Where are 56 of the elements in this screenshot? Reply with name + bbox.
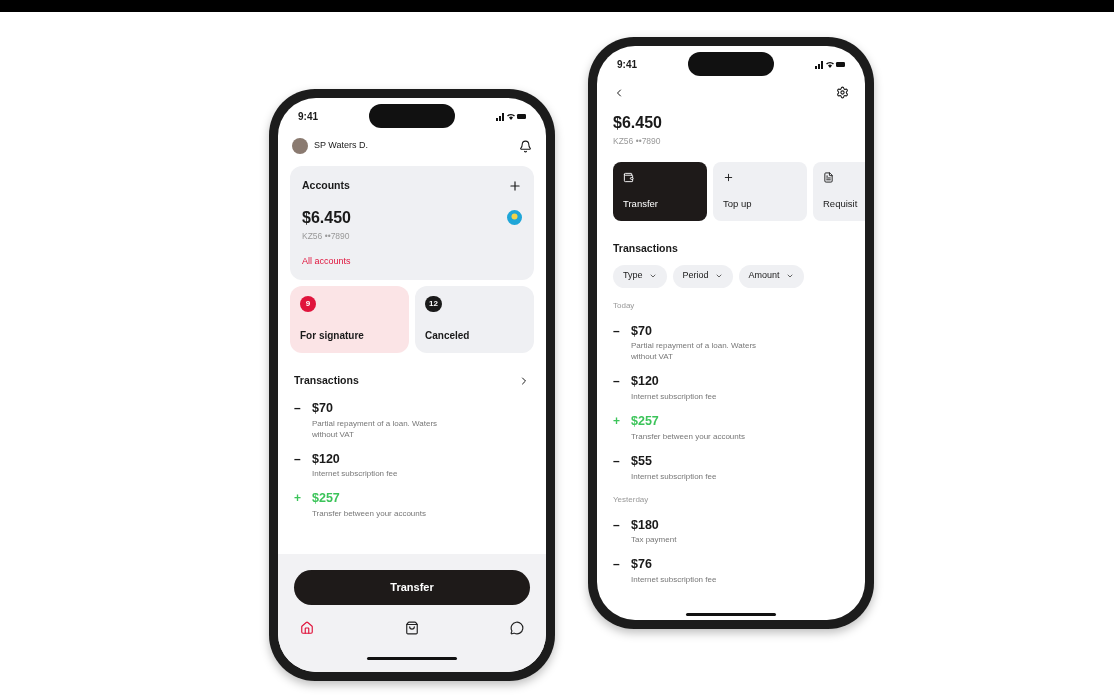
transaction-description: Internet subscription fee xyxy=(631,391,717,402)
transaction-amount: $55 xyxy=(631,452,653,470)
sign-text: – xyxy=(613,516,621,534)
filter-chip[interactable]: Type xyxy=(613,264,667,288)
all-accounts-link[interactable]: All accounts xyxy=(302,254,522,268)
count-badge: 12 xyxy=(425,296,442,312)
transaction-description: Tax payment xyxy=(631,534,677,546)
transaction-amount: $257 xyxy=(631,413,660,430)
sign-text: – xyxy=(613,556,621,574)
date-header: Today xyxy=(613,299,636,312)
count-badge: 9 xyxy=(300,296,316,312)
section-title: Transactions xyxy=(294,373,359,388)
transaction-amount: $120 xyxy=(631,373,660,391)
tile-label: Canceled xyxy=(425,329,471,343)
action-label: Transfer xyxy=(623,196,660,211)
sign-text: – xyxy=(294,399,302,417)
transaction-amount: $180 xyxy=(631,516,660,534)
sign-text: – xyxy=(613,373,621,391)
status-tile[interactable]: 9 For signature xyxy=(290,286,409,353)
date-header: Yesterday xyxy=(613,493,650,506)
filter-chip[interactable]: Amount xyxy=(738,264,804,288)
transaction-amount: $70 xyxy=(631,322,653,340)
sign-text: – xyxy=(613,452,621,470)
transaction-amount: $76 xyxy=(631,556,653,574)
sign-text: – xyxy=(613,322,621,340)
action-card[interactable]: Top up xyxy=(713,161,807,221)
transaction-description: Partial repayment of a loan. Waters without VAT xyxy=(312,417,439,440)
account-number: KZ56 ••7890 xyxy=(302,229,351,243)
action-card[interactable]: Requisit xyxy=(813,161,865,221)
action-card[interactable]: Transfer xyxy=(613,161,707,221)
transaction-amount: $257 xyxy=(312,490,341,508)
balance: $6.450 xyxy=(612,113,663,133)
account-number: KZ56 ••7890 xyxy=(612,135,662,148)
transaction-description: Internet subscription fee xyxy=(631,574,717,585)
status-time: 9:41 xyxy=(617,57,637,72)
transfer-button[interactable]: Transfer xyxy=(294,570,530,605)
filter-chip[interactable]: Period xyxy=(672,264,733,288)
sign-text: – xyxy=(294,450,302,468)
action-label: Top up xyxy=(723,196,753,211)
tile-label: For signature xyxy=(300,329,365,343)
balance: $6.450 xyxy=(302,207,351,228)
transaction-description: Internet subscription fee xyxy=(631,470,717,482)
status-time: 9:41 xyxy=(298,109,318,124)
status-tile[interactable]: 12 Canceled xyxy=(415,286,534,353)
transaction-description: Transfer between your accounts xyxy=(631,430,745,442)
transaction-amount: $70 xyxy=(312,399,334,417)
card-title: Accounts xyxy=(302,178,350,193)
transaction-description: Internet subscription fee xyxy=(312,468,398,480)
accounts-card[interactable]: Accounts $6.450 KZ56 ••7890 All accounts xyxy=(290,166,534,280)
transaction-amount: $120 xyxy=(312,450,341,468)
sign-text: + xyxy=(294,490,302,508)
sign-text: + xyxy=(613,413,621,430)
transaction-description: Transfer between your accounts xyxy=(312,508,426,519)
transaction-description: Partial repayment of a loan. Waters without VAT xyxy=(631,340,758,363)
section-title: Transactions xyxy=(612,240,679,256)
user-name: SP Waters D. xyxy=(314,139,368,153)
